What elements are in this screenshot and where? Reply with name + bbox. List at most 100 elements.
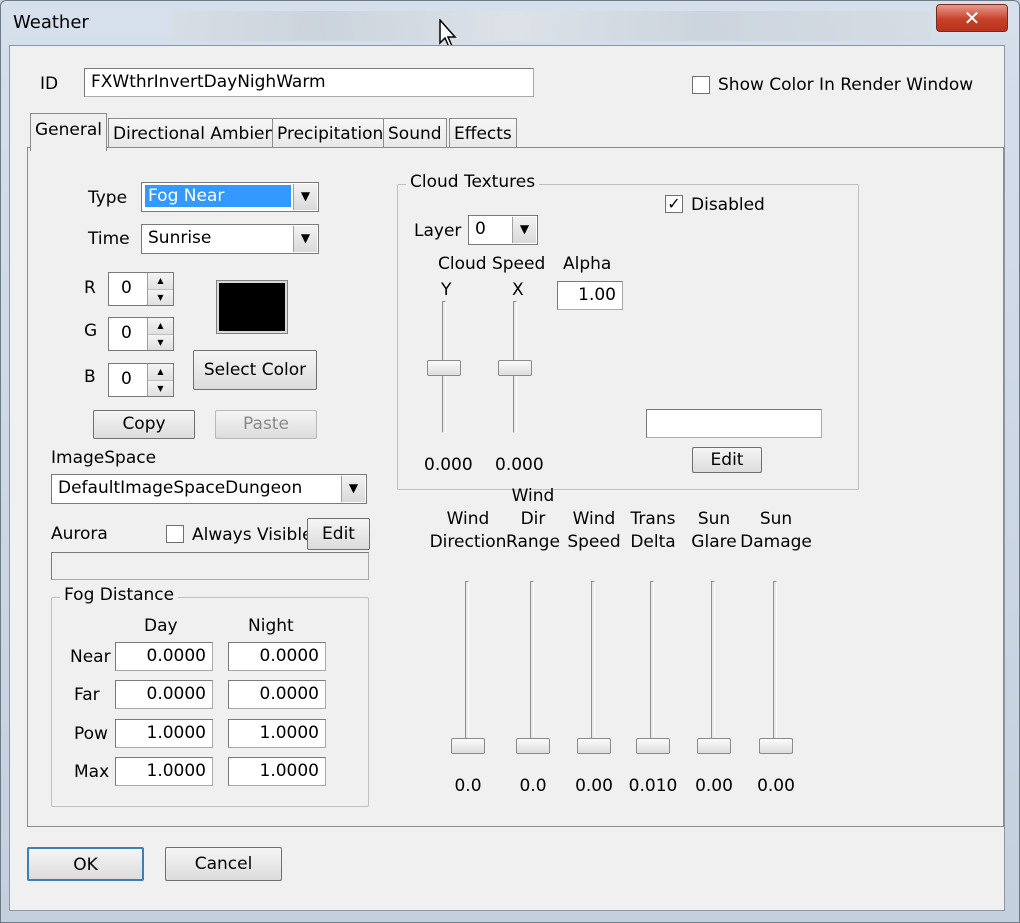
time-label: Time	[88, 229, 130, 249]
fog-near-label: Near	[70, 647, 111, 667]
tab-sound-label: Sound	[388, 124, 442, 144]
wind-speed-slider-track[interactable]	[591, 581, 595, 741]
fog-near-day-input[interactable]: 0.0000	[115, 642, 213, 671]
g-updown[interactable]: ▲ ▼	[147, 318, 173, 350]
spin-up-icon[interactable]: ▲	[148, 364, 173, 380]
fog-far-day-input[interactable]: 0.0000	[115, 680, 213, 709]
cancel-button[interactable]: Cancel	[165, 847, 282, 881]
tab-effects[interactable]: Effects	[449, 118, 517, 150]
type-value: Fog Near	[145, 185, 291, 207]
b-label: B	[84, 367, 96, 387]
tab-precipitation[interactable]: Precipitation	[272, 118, 389, 150]
imagespace-value: DefaultImageSpaceDungeon	[58, 478, 303, 498]
tab-effects-label: Effects	[454, 124, 512, 144]
fog-max-night-input[interactable]: 1.0000	[228, 757, 326, 786]
tab-general[interactable]: General	[30, 113, 107, 151]
r-spinner[interactable]: 0 ▲ ▼	[108, 272, 174, 306]
select-color-button[interactable]: Select Color	[193, 350, 317, 390]
id-input[interactable]: FXWthrInvertDayNighWarm	[84, 68, 534, 97]
time-value: Sunrise	[148, 228, 212, 248]
wind-direction-slider-track[interactable]	[465, 581, 469, 741]
spin-down-icon[interactable]: ▼	[148, 334, 173, 350]
type-dropdown[interactable]: Fog Near ▼	[141, 182, 319, 212]
always-visible-checkbox[interactable]	[166, 525, 184, 543]
cloud-speed-y-thumb[interactable]	[427, 360, 461, 376]
show-color-checkbox[interactable]	[692, 76, 710, 94]
copy-button[interactable]: Copy	[93, 410, 195, 439]
fog-night-header: Night	[248, 616, 294, 636]
fog-distance-group: Fog Distance Day Night Near 0.0000 0.000…	[51, 585, 369, 807]
cloud-textures-title: Cloud Textures	[406, 172, 540, 192]
fog-pow-night-input[interactable]: 1.0000	[228, 719, 326, 748]
tab-general-label: General	[35, 120, 102, 140]
weather-dialog: Weather ✕ ID FXWthrInvertDayNighWarm Sho…	[0, 0, 1020, 923]
color-swatch	[216, 280, 288, 334]
trans-delta-slider-thumb[interactable]	[636, 738, 670, 754]
fog-far-night-input[interactable]: 0.0000	[228, 680, 326, 709]
fog-max-label: Max	[74, 762, 110, 782]
show-color-label: Show Color In Render Window	[718, 75, 974, 95]
paste-button[interactable]: Paste	[215, 410, 317, 439]
tab-precipitation-label: Precipitation	[277, 124, 384, 144]
wind-dir-range-slider-thumb[interactable]	[516, 738, 550, 754]
checkmark-icon: ✓	[667, 194, 681, 213]
cloud-speed-x-label: X	[512, 280, 524, 300]
sun-damage-slider-track[interactable]	[773, 581, 777, 741]
fog-max-day-input[interactable]: 1.0000	[115, 757, 213, 786]
clouds-disabled-checkbox[interactable]: ✓	[665, 195, 683, 213]
sun-glare-slider-thumb[interactable]	[697, 738, 731, 754]
wind-direction-slider-thumb[interactable]	[451, 738, 485, 754]
alpha-input[interactable]: 1.00	[557, 281, 623, 310]
sun-damage-label: Sun Damage	[740, 509, 812, 552]
cloud-textures-group: Cloud Textures ✓ Disabled Layer 0 ▼ Clou…	[397, 172, 859, 490]
b-spinner[interactable]: 0 ▲ ▼	[108, 363, 174, 397]
layer-dropdown[interactable]: 0 ▼	[468, 215, 538, 245]
imagespace-label: ImageSpace	[51, 448, 157, 468]
fog-far-label: Far	[74, 685, 100, 705]
spin-up-icon[interactable]: ▲	[148, 318, 173, 334]
alpha-label: Alpha	[563, 254, 612, 274]
fog-day-header: Day	[144, 616, 178, 636]
aurora-label: Aurora	[51, 524, 108, 544]
layer-label: Layer	[414, 221, 462, 241]
time-dropdown[interactable]: Sunrise ▼	[141, 224, 319, 254]
chevron-down-icon: ▼	[293, 184, 317, 210]
fog-distance-title: Fog Distance	[60, 585, 179, 605]
r-updown[interactable]: ▲ ▼	[147, 273, 173, 305]
aurora-edit-button[interactable]: Edit	[307, 518, 370, 550]
title-bar: Weather ✕	[1, 1, 1019, 48]
g-label: G	[84, 321, 98, 341]
fog-near-night-input[interactable]: 0.0000	[228, 642, 326, 671]
sun-glare-slider-track[interactable]	[711, 581, 715, 741]
b-value: 0	[121, 369, 132, 389]
wind-speed-slider-thumb[interactable]	[577, 738, 611, 754]
always-visible-label: Always Visible	[192, 525, 313, 545]
trans-delta-slider-track[interactable]	[650, 581, 654, 741]
cloud-speed-x-thumb[interactable]	[498, 360, 532, 376]
cloud-edit-button[interactable]: Edit	[692, 447, 762, 473]
wind-dir-range-slider-track[interactable]	[530, 581, 534, 741]
spin-down-icon[interactable]: ▼	[148, 289, 173, 305]
fog-pow-day-input[interactable]: 1.0000	[115, 719, 213, 748]
close-icon: ✕	[963, 6, 981, 30]
aurora-path-field	[51, 552, 369, 580]
r-value: 0	[121, 278, 132, 298]
g-spinner[interactable]: 0 ▲ ▼	[108, 317, 174, 351]
spin-up-icon[interactable]: ▲	[148, 273, 173, 289]
tab-directional-ambient-label: Directional Ambient	[113, 124, 282, 144]
chevron-down-icon: ▼	[341, 476, 365, 502]
cloud-speed-x-value: 0.000	[495, 455, 544, 475]
sun-damage-slider-thumb[interactable]	[759, 738, 793, 754]
imagespace-dropdown[interactable]: DefaultImageSpaceDungeon ▼	[51, 474, 367, 504]
b-updown[interactable]: ▲ ▼	[147, 364, 173, 396]
tab-sound[interactable]: Sound	[383, 118, 447, 150]
ok-button[interactable]: OK	[27, 847, 144, 881]
id-label: ID	[40, 74, 59, 94]
close-button[interactable]: ✕	[936, 4, 1008, 32]
cloud-texture-field[interactable]	[646, 409, 822, 438]
spin-down-icon[interactable]: ▼	[148, 380, 173, 396]
dialog-body: ID FXWthrInvertDayNighWarm Show Color In…	[9, 45, 1005, 911]
cloud-speed-label: Cloud Speed	[438, 254, 546, 274]
g-value: 0	[121, 323, 132, 343]
tab-directional-ambient[interactable]: Directional Ambient	[108, 118, 287, 150]
